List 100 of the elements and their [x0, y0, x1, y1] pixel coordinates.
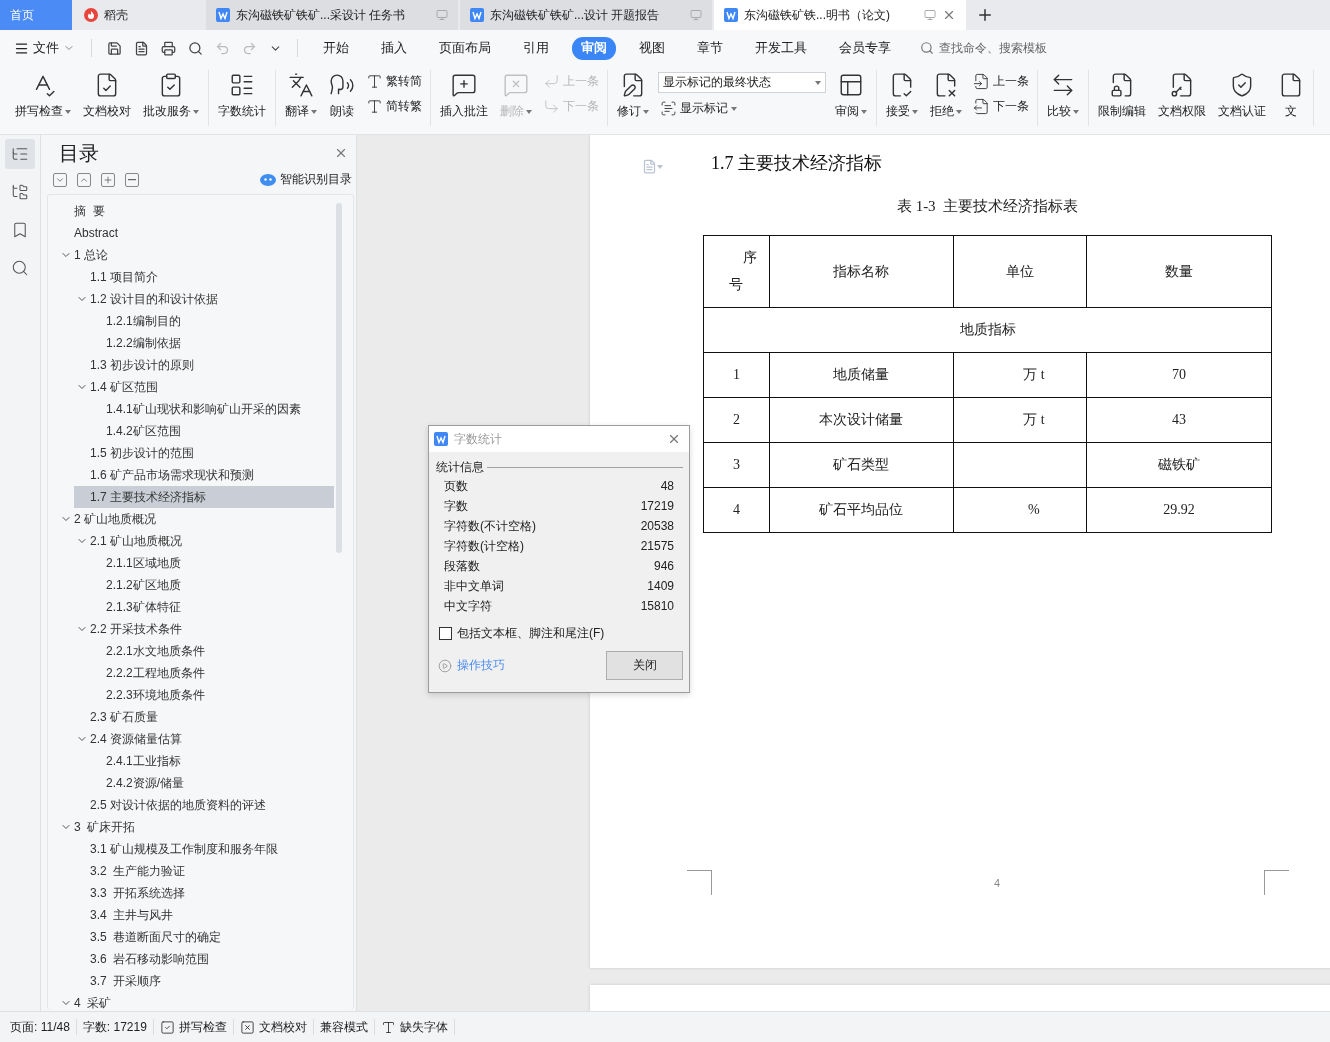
menu-tab[interactable]: 页面布局 — [430, 36, 500, 60]
document-tab[interactable]: 东沟磁铁矿铁矿...采设计 任务书 — [206, 0, 458, 30]
ribbon-button[interactable]: 拒绝 — [927, 70, 965, 126]
menu-tab[interactable]: 插入 — [372, 36, 416, 60]
expand-button[interactable] — [53, 172, 67, 187]
outline-item[interactable]: 2.1.3矿体特征 — [90, 596, 334, 618]
check-box-icon — [159, 1019, 175, 1035]
menu-tab[interactable]: 引用 — [514, 36, 558, 60]
ribbon-button[interactable]: 文档校对 — [80, 70, 134, 126]
ribbon-button[interactable]: 限制编辑 — [1095, 70, 1149, 126]
ribbon-button[interactable]: 审阅 — [832, 70, 870, 126]
outline-item[interactable]: 1.1 项目简介 — [74, 266, 334, 288]
outline-item[interactable]: 2.2 开采技术条件 — [74, 618, 334, 640]
status-button[interactable]: 文档校对 — [233, 1019, 314, 1035]
outline-item[interactable]: 2.2.1水文地质条件 — [90, 640, 334, 662]
menu-tab[interactable]: 章节 — [688, 36, 732, 60]
menu-tab[interactable]: 视图 — [630, 36, 674, 60]
ribbon-button[interactable]: 比较 — [1044, 70, 1082, 126]
outline-item[interactable]: 2.3 矿石质量 — [74, 706, 334, 728]
outline-item[interactable]: 1.6 矿产品市场需求现状和预测 — [74, 464, 334, 486]
checkbox[interactable] — [439, 627, 452, 640]
markup-dropdown[interactable]: 显示标记的最终状态 — [658, 72, 826, 93]
outline-item[interactable]: 4 采矿 — [58, 992, 334, 1009]
sidebar-button[interactable] — [5, 139, 35, 169]
outline-item[interactable]: Abstract — [58, 222, 334, 244]
outline-item[interactable]: 2.1.2矿区地质 — [90, 574, 334, 596]
outline-item[interactable]: 3.7 开采顺序 — [74, 970, 334, 992]
monitor-icon[interactable] — [690, 9, 702, 21]
outline-item[interactable]: 1.5 初步设计的范围 — [74, 442, 334, 464]
outline-item[interactable]: 1.7 主要技术经济指标 — [74, 486, 334, 508]
outline-item[interactable]: 1.2 设计目的和设计依据 — [74, 288, 334, 310]
outline-item[interactable]: 2.4 资源储量估算 — [74, 728, 334, 750]
outline-item[interactable]: 2 矿山地质概况 — [58, 508, 334, 530]
remove-button[interactable] — [125, 172, 139, 187]
preview-icon[interactable] — [188, 40, 203, 56]
ribbon-button[interactable]: 显示标记 — [658, 99, 826, 118]
ribbon-button[interactable]: 字数统计 — [215, 70, 269, 126]
ribbon-button[interactable]: 文档权限 — [1155, 70, 1209, 126]
search-field[interactable]: 查找命令、搜索模板 — [937, 40, 1071, 56]
status-button[interactable]: 拼写检查 — [153, 1019, 234, 1035]
ribbon-button[interactable]: 修订 — [614, 70, 652, 126]
menu-tab[interactable]: 开始 — [314, 36, 358, 60]
checkbox-label[interactable]: 包括文本框、脚注和尾注(F) — [457, 625, 605, 642]
document-tab[interactable]: 东沟磁铁矿铁矿...设计 开题报告 — [460, 0, 712, 30]
close-button[interactable] — [667, 432, 681, 446]
ribbon-button[interactable]: 拼写检查 — [12, 70, 74, 126]
outline-item[interactable]: 1 总论 — [58, 244, 334, 266]
outline-item[interactable]: 2.1.1区域地质 — [90, 552, 334, 574]
outline-item[interactable]: 1.2.1编制目的 — [90, 310, 334, 332]
undo-icon[interactable] — [215, 40, 230, 56]
ribbon-button[interactable]: 下一条 — [971, 97, 1031, 116]
outline-item[interactable]: 3.4 主井与风井 — [74, 904, 334, 926]
save-icon[interactable] — [107, 40, 122, 56]
outline-item[interactable]: 摘 要 — [58, 200, 334, 222]
ribbon-button[interactable]: 简转繁 — [364, 97, 424, 116]
document-tab[interactable]: 东沟磁铁矿铁...明书（论文) — [714, 0, 966, 30]
menu-tab[interactable]: 会员专享 — [830, 36, 900, 60]
redo-icon[interactable] — [242, 40, 257, 56]
stat-value: 17219 — [640, 499, 674, 513]
ribbon-button[interactable]: 上一条 — [971, 72, 1031, 91]
close-button[interactable]: 关闭 — [606, 651, 683, 680]
outline-item[interactable]: 2.1 矿山地质概况 — [74, 530, 334, 552]
scrollbar[interactable] — [336, 203, 342, 553]
outline-item[interactable]: 3.5 巷道断面尺寸的确定 — [74, 926, 334, 948]
ribbon-button[interactable]: 文 — [1275, 70, 1307, 126]
outline-item[interactable]: 3 矿床开拓 — [58, 816, 334, 838]
smart-outline-button[interactable]: 智能识别目录 — [260, 171, 352, 188]
outline-item[interactable]: 3.2 生产能力验证 — [74, 860, 334, 882]
ribbon-button[interactable]: 插入批注 — [437, 70, 491, 126]
ribbon-button[interactable]: 接受 — [883, 70, 921, 126]
outline-item[interactable]: 3.6 岩石移动影响范围 — [74, 948, 334, 970]
outline-item[interactable]: 1.4.1矿山现状和影响矿山开采的因素 — [90, 398, 334, 420]
close-icon[interactable] — [942, 8, 956, 22]
status-button[interactable]: 缺失字体 — [374, 1019, 455, 1035]
ribbon-button[interactable]: 朗读 — [326, 70, 358, 126]
outline-item[interactable]: 3.3 开拓系统选择 — [74, 882, 334, 904]
outline-item[interactable]: 2.5 对设计依据的地质资料的评述 — [74, 794, 334, 816]
outline-item[interactable]: 1.4.2矿区范围 — [90, 420, 334, 442]
print-icon[interactable] — [161, 40, 176, 56]
ribbon-button[interactable]: 批改服务 — [140, 70, 202, 126]
outline-item[interactable]: 1.3 初步设计的原则 — [74, 354, 334, 376]
ribbon-button[interactable]: 文档认证 — [1215, 70, 1269, 126]
menu-tab[interactable]: 开发工具 — [746, 36, 816, 60]
close-button[interactable] — [334, 146, 348, 160]
outline-item[interactable]: 1.4 矿区范围 — [74, 376, 334, 398]
ribbon-button[interactable]: 繁转简 — [364, 72, 424, 91]
outline-item[interactable]: 2.2.2工程地质条件 — [90, 662, 334, 684]
menu-tab[interactable]: 审阅 — [572, 36, 616, 60]
outline-item[interactable]: 1.2.2编制依据 — [90, 332, 334, 354]
file-menu[interactable]: 文件 — [10, 37, 79, 59]
collapse-button[interactable] — [77, 172, 91, 187]
document-icon[interactable] — [134, 40, 149, 56]
outline-item[interactable]: 2.2.3环境地质条件 — [90, 684, 334, 706]
ribbon-button[interactable]: 翻译 — [282, 70, 320, 126]
outline-item[interactable]: 3.1 矿山规模及工作制度和服务年限 — [74, 838, 334, 860]
outline-item[interactable]: 2.4.2资源/储量 — [90, 772, 334, 794]
add-button[interactable] — [101, 172, 115, 187]
outline-item[interactable]: 2.4.1工业指标 — [90, 750, 334, 772]
monitor-icon[interactable] — [436, 9, 448, 21]
monitor-icon[interactable] — [924, 9, 936, 21]
